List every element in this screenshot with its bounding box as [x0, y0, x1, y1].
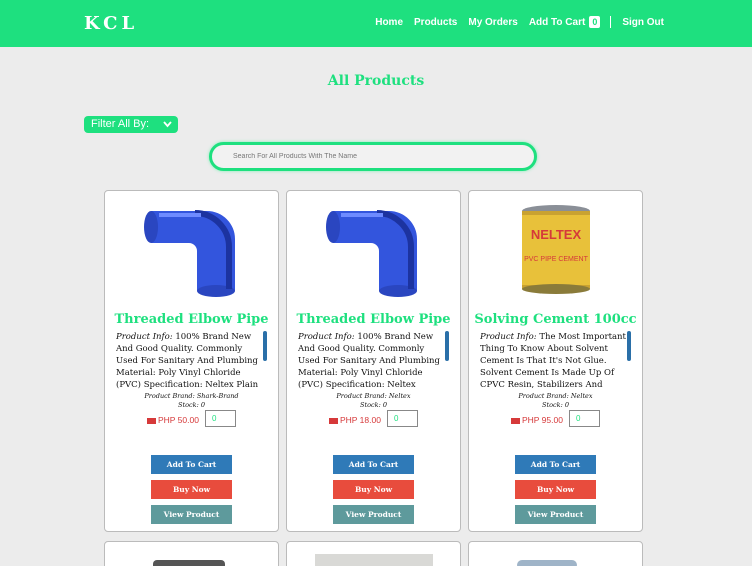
quantity-input[interactable]: 0 [569, 410, 600, 427]
product-name[interactable]: Threaded Elbow Pipe [287, 312, 460, 327]
product-card: NELTEX PVC PIPE CEMENT Solving Cement 10… [468, 190, 643, 532]
buy-now-button[interactable]: Buy Now [515, 480, 596, 499]
product-name[interactable]: Threaded Elbow Pipe [105, 312, 278, 327]
quantity-input[interactable]: 0 [205, 410, 236, 427]
nav-add-to-cart[interactable]: Add To Cart 0 [529, 16, 601, 28]
product-brand: Product Brand: Shark-Brand [144, 392, 239, 400]
product-image[interactable]: NELTEX PVC PIPE CEMENT [501, 199, 611, 299]
description-scrollbar[interactable] [445, 331, 449, 361]
add-to-cart-button[interactable]: Add To Cart [151, 455, 232, 474]
product-image[interactable] [319, 199, 429, 299]
product-price: PHP 95.00 [511, 415, 563, 425]
nav-menu: Home Products My Orders Add To Cart 0 Sig… [364, 16, 664, 28]
nav-cart-label: Add To Cart [528, 17, 586, 28]
product-image[interactable] [137, 199, 247, 299]
product-description: Product Info: 100% Brand New And Good Qu… [116, 331, 263, 389]
description-scrollbar[interactable] [627, 331, 631, 361]
product-name[interactable]: Solving Cement 100cc [469, 312, 642, 327]
product-price: PHP 18.00 [329, 415, 381, 425]
price-tag-icon [147, 417, 156, 424]
nav-products[interactable]: Products [414, 17, 457, 28]
product-stock: Stock: 0 [178, 401, 205, 409]
price-tag-icon [329, 417, 338, 424]
nav-divider [610, 16, 612, 28]
product-image-partial [517, 560, 577, 566]
can-brand-text: NELTEX [531, 227, 582, 242]
product-image-partial [153, 560, 225, 566]
product-description: Product Info: 100% Brand New And Good Qu… [298, 331, 445, 389]
view-product-button[interactable]: View Product [515, 505, 596, 524]
price-tag-icon [511, 417, 520, 424]
product-card-partial [104, 541, 279, 566]
product-description: Product Info: The Most Important Thing T… [480, 331, 627, 389]
price-value: PHP 95.00 [522, 415, 563, 425]
product-card: Threaded Elbow Pipe Product Info: 100% B… [104, 190, 279, 532]
search-bar [209, 142, 537, 171]
product-stock: Stock: 0 [542, 401, 569, 409]
nav-sign-out[interactable]: Sign Out [622, 17, 664, 28]
add-to-cart-button[interactable]: Add To Cart [515, 455, 596, 474]
buy-now-button[interactable]: Buy Now [333, 480, 414, 499]
page-title: All Products [327, 73, 425, 89]
product-brand: Product Brand: Neltex [518, 392, 593, 400]
view-product-button[interactable]: View Product [333, 505, 414, 524]
product-stock: Stock: 0 [360, 401, 387, 409]
product-card: Threaded Elbow Pipe Product Info: 100% B… [286, 190, 461, 532]
brand-logo[interactable]: KCL [84, 13, 138, 34]
can-sub-text: PVC PIPE CEMENT [524, 256, 589, 263]
price-value: PHP 18.00 [340, 415, 381, 425]
add-to-cart-button[interactable]: Add To Cart [333, 455, 414, 474]
quantity-input[interactable]: 0 [387, 410, 418, 427]
filter-label: Filter All By: [91, 118, 150, 130]
nav-home[interactable]: Home [375, 17, 403, 28]
product-info-label: Product Info: [298, 332, 355, 342]
filter-dropdown[interactable]: Filter All By: [84, 116, 178, 133]
product-card-partial [468, 541, 643, 566]
product-image-partial [315, 554, 433, 566]
navbar: KCL Home Products My Orders Add To Cart 0… [0, 0, 752, 47]
price-value: PHP 50.00 [158, 415, 199, 425]
product-brand: Product Brand: Neltex [336, 392, 411, 400]
buy-now-button[interactable]: Buy Now [151, 480, 232, 499]
cart-count-badge: 0 [589, 16, 601, 28]
product-card-partial [286, 541, 461, 566]
search-input[interactable] [212, 145, 534, 168]
nav-my-orders[interactable]: My Orders [468, 17, 517, 28]
view-product-button[interactable]: View Product [151, 505, 232, 524]
product-info-label: Product Info: [116, 332, 173, 342]
description-scrollbar[interactable] [263, 331, 267, 361]
product-info-label: Product Info: [480, 332, 537, 342]
product-price: PHP 50.00 [147, 415, 199, 425]
chevron-down-icon [163, 116, 172, 139]
